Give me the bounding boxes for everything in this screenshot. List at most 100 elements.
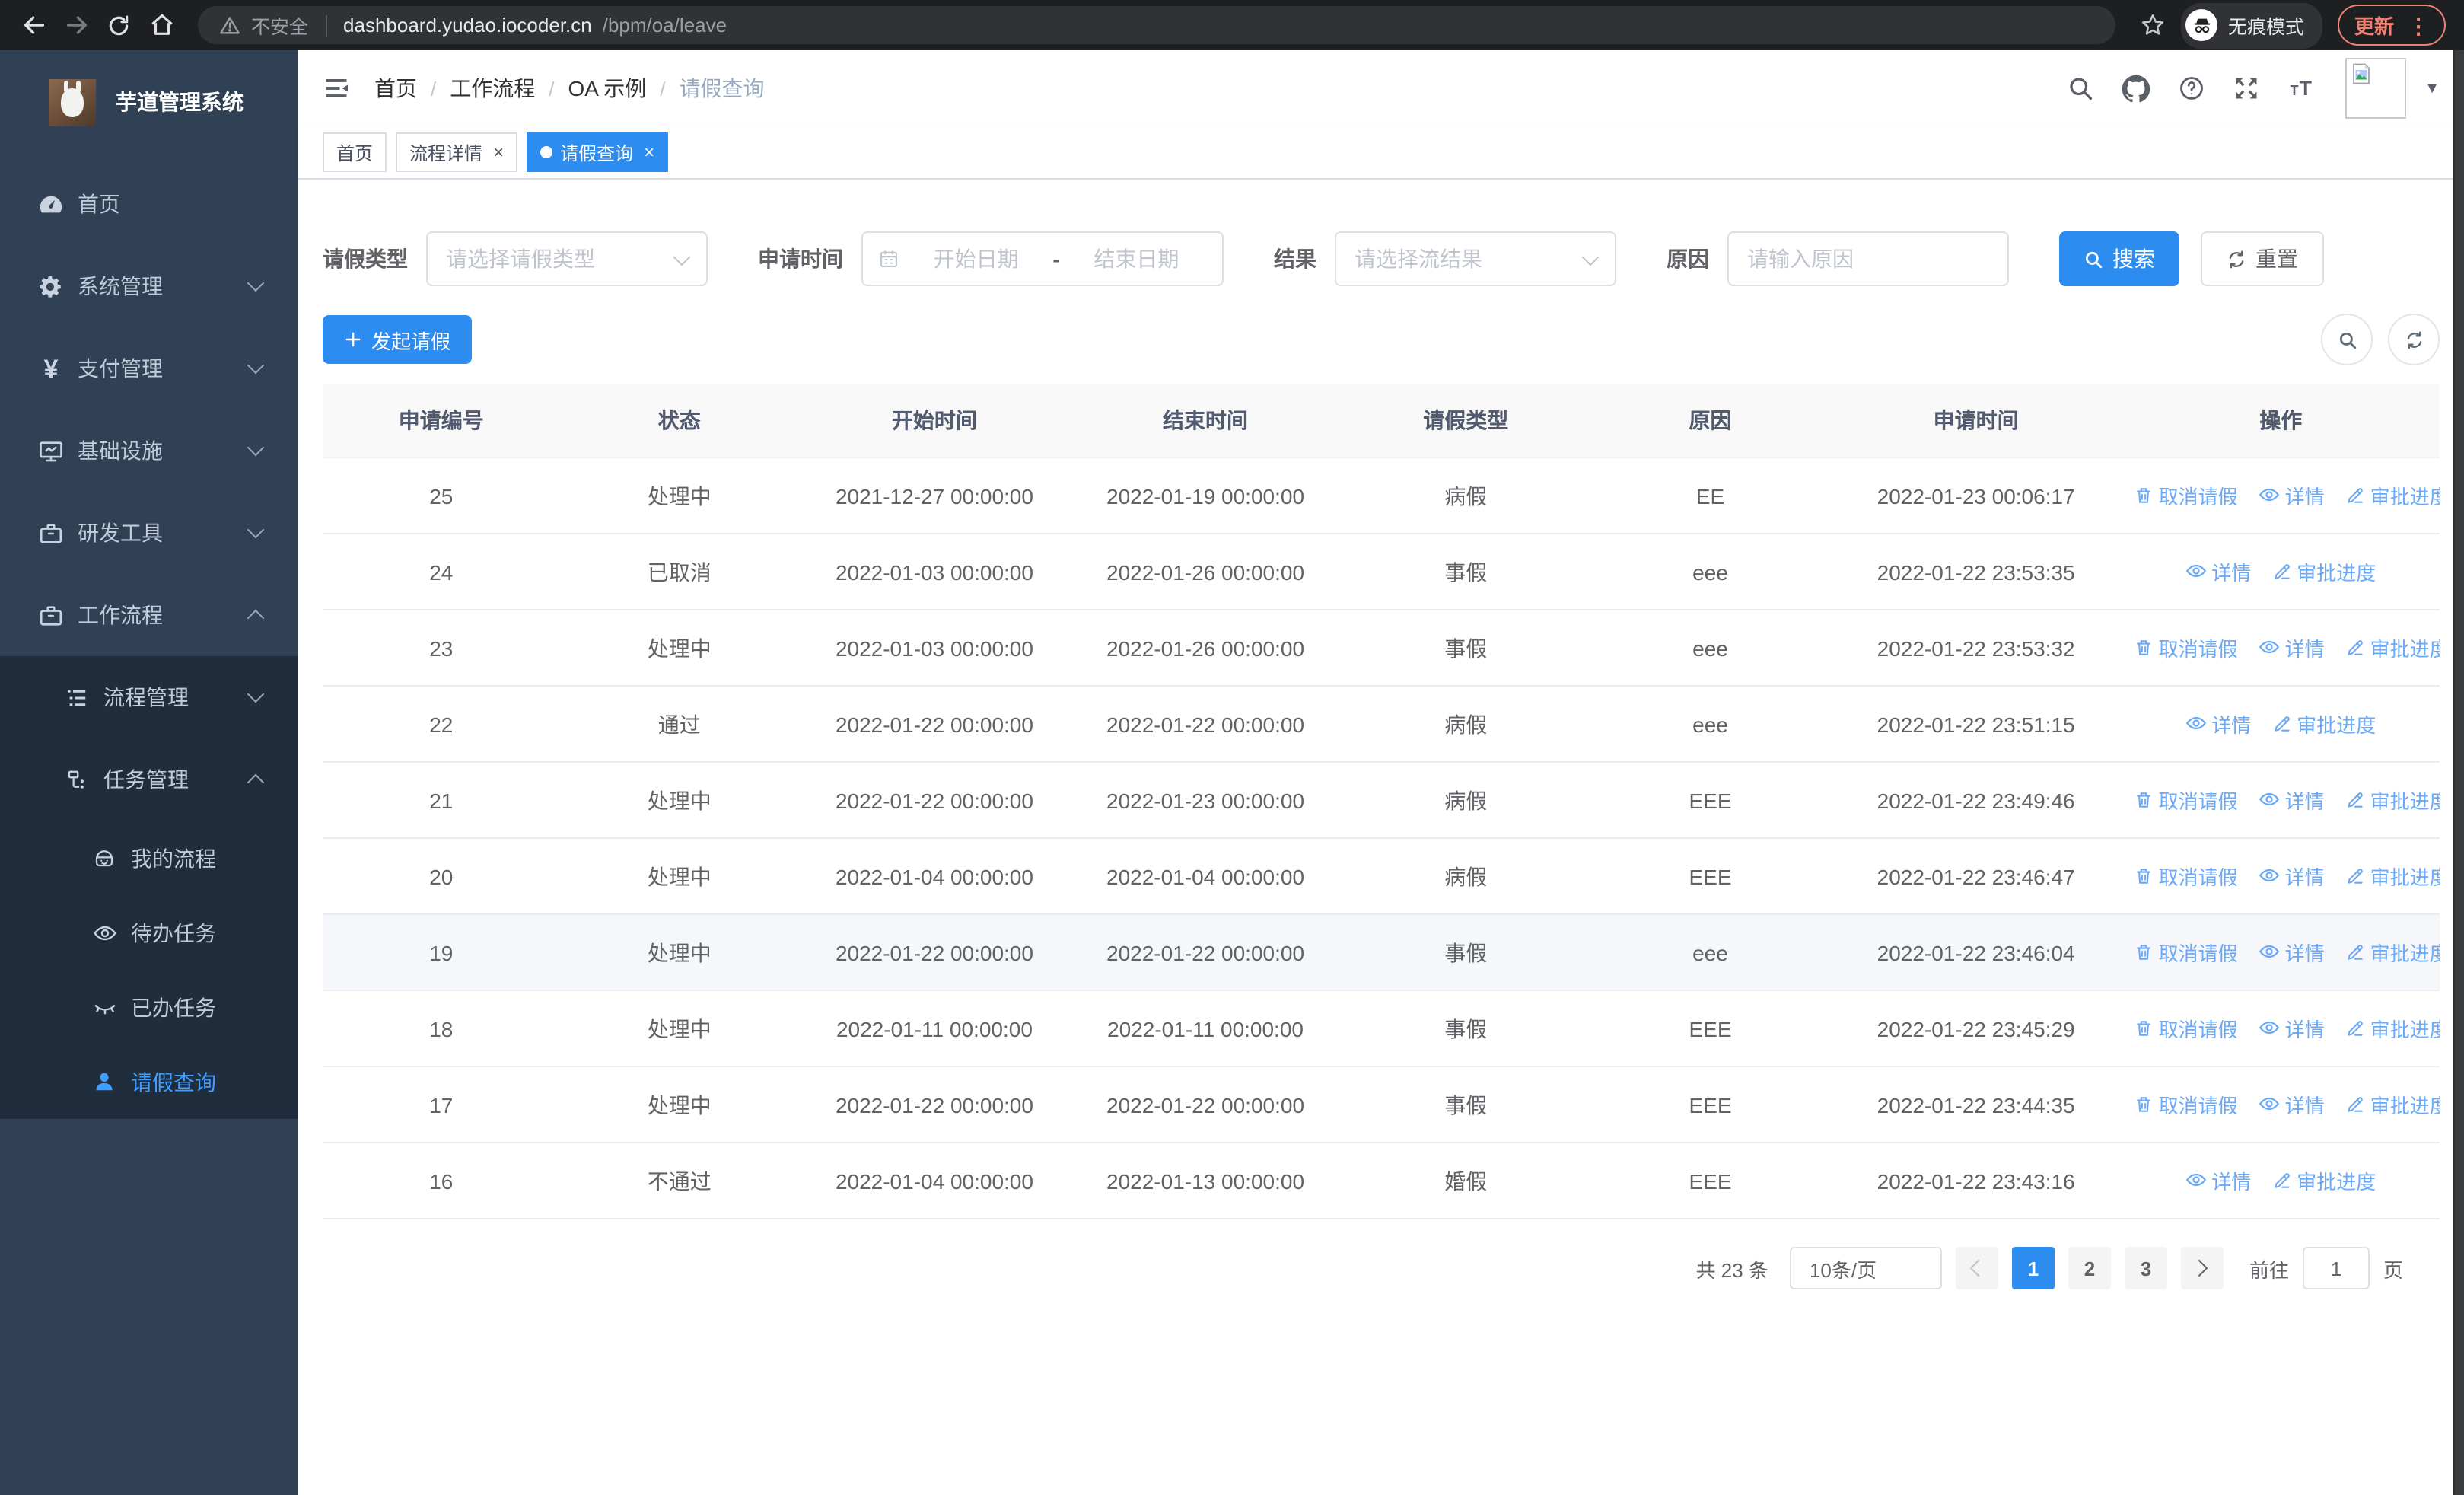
action-detail-link[interactable]: 详情 [2259, 481, 2325, 510]
tab-请假查询[interactable]: 请假查询 × [527, 132, 669, 172]
avatar[interactable] [2345, 58, 2407, 119]
breadcrumb-item[interactable]: 工作流程 [450, 73, 535, 104]
action-detail-link[interactable]: 详情 [2185, 557, 2251, 586]
action-detail-link[interactable]: 详情 [2259, 786, 2325, 814]
sidebar-item-系统管理[interactable]: 系统管理 [0, 245, 298, 327]
toggle-search-button[interactable] [2321, 314, 2373, 365]
sidebar-collapse-icon[interactable] [323, 75, 350, 102]
cell-end: 2022-01-26 00:00:00 [1070, 610, 1342, 687]
leave-type-select[interactable]: 请选择请假类型 [426, 231, 708, 286]
cell-type: 病假 [1341, 457, 1591, 534]
reason-input[interactable] [1727, 231, 2009, 286]
action-detail-link[interactable]: 详情 [2259, 1090, 2325, 1119]
action-label: 详情 [2284, 865, 2325, 889]
action-cancel-link[interactable]: 取消请假 [2135, 862, 2238, 891]
page-size-select[interactable]: 10条/页 [1789, 1247, 1942, 1289]
fullscreen-icon[interactable] [2233, 75, 2260, 102]
table-header-row: 申请编号 状态 开始时间 结束时间 请假类型 原因 申请时间 操作 [323, 384, 2440, 458]
prev-page-button[interactable] [1955, 1247, 1998, 1289]
action-progress-link[interactable]: 审批进度 [2346, 862, 2440, 891]
close-icon[interactable]: × [493, 143, 504, 161]
action-cancel-link[interactable]: 取消请假 [2135, 939, 2238, 967]
action-detail-link[interactable]: 详情 [2259, 938, 2325, 967]
trash-icon [2135, 867, 2154, 887]
browser-scrollbar[interactable] [2453, 50, 2464, 1495]
browser-forward-button[interactable] [58, 7, 94, 43]
action-cancel-link[interactable]: 取消请假 [2135, 1091, 2238, 1120]
result-select[interactable]: 请选择流结果 [1335, 231, 1616, 286]
action-cancel-link[interactable]: 取消请假 [2135, 634, 2238, 663]
cell-id: 24 [323, 534, 560, 610]
action-detail-link[interactable]: 详情 [2259, 862, 2325, 891]
sidebar-item-基础设施[interactable]: 基础设施 [0, 410, 298, 492]
yen-icon: ¥ [43, 354, 59, 383]
breadcrumb-item[interactable]: OA 示例 [568, 73, 647, 104]
cell-status: 处理中 [559, 990, 799, 1067]
action-cancel-link[interactable]: 取消请假 [2135, 482, 2238, 511]
cell-actions: 取消请假 详情 审批进度 [2122, 762, 2440, 839]
monitor-icon [38, 438, 64, 464]
screen: 不安全 dashboard.yudao.iocoder.cn/bpm/oa/le… [0, 0, 2464, 1495]
next-page-button[interactable] [2180, 1247, 2224, 1289]
sidebar-item-任务管理[interactable]: 任务管理 [0, 738, 298, 821]
action-cancel-link[interactable]: 取消请假 [2135, 786, 2238, 815]
action-detail-link[interactable]: 详情 [2185, 709, 2251, 738]
create-leave-button[interactable]: 发起请假 [323, 315, 473, 364]
action-detail-link[interactable]: 详情 [2259, 1014, 2325, 1043]
back-arrow-icon [21, 12, 46, 38]
action-label: 取消请假 [2158, 866, 2238, 890]
goto-page-input[interactable] [2302, 1247, 2370, 1289]
cell-end: 2022-01-19 00:00:00 [1070, 457, 1342, 534]
bookmark-star-icon[interactable] [2140, 12, 2166, 38]
sidebar-item-工作流程[interactable]: 工作流程 [0, 574, 298, 656]
browser-reload-button[interactable] [100, 7, 137, 43]
apply-time-range-picker[interactable]: 开始日期 - 结束日期 [861, 231, 1224, 286]
cell-status: 处理中 [559, 762, 799, 839]
browser-update-button[interactable]: 更新 ⋮ [2338, 5, 2446, 46]
page-button-1[interactable]: 1 [2011, 1247, 2055, 1289]
user-icon [91, 1070, 117, 1093]
tab-首页[interactable]: 首页 [323, 132, 387, 172]
action-label: 审批进度 [2370, 942, 2440, 966]
action-progress-link[interactable]: 审批进度 [2346, 634, 2440, 663]
avatar-caret-icon[interactable]: ▼ [2424, 80, 2440, 97]
search-icon[interactable] [2067, 75, 2094, 102]
sidebar-item-待办任务[interactable]: 待办任务 [0, 895, 298, 970]
cell-reason: EEE [1590, 1143, 1830, 1219]
font-size-icon[interactable]: TT [2287, 75, 2318, 102]
browser-back-button[interactable] [15, 7, 52, 43]
page-button-3[interactable]: 3 [2124, 1247, 2167, 1289]
action-progress-link[interactable]: 审批进度 [2346, 1015, 2440, 1044]
sidebar-item-研发工具[interactable]: 研发工具 [0, 492, 298, 574]
reset-button[interactable]: 重置 [2201, 231, 2324, 286]
sidebar-item-流程管理[interactable]: 流程管理 [0, 656, 298, 738]
sidebar-item-我的流程[interactable]: 我的流程 [0, 821, 298, 895]
search-button[interactable]: 搜索 [2059, 231, 2179, 286]
action-cancel-link[interactable]: 取消请假 [2135, 1015, 2238, 1044]
action-progress-link[interactable]: 审批进度 [2346, 786, 2440, 815]
sidebar-item-已办任务[interactable]: 已办任务 [0, 970, 298, 1044]
action-progress-link[interactable]: 审批进度 [2272, 1167, 2376, 1196]
action-progress-link[interactable]: 审批进度 [2346, 1091, 2440, 1120]
sidebar-item-支付管理[interactable]: ¥ 支付管理 [0, 327, 298, 410]
browser-home-button[interactable] [143, 7, 180, 43]
help-icon[interactable] [2178, 75, 2205, 102]
refresh-table-button[interactable] [2388, 314, 2440, 365]
action-progress-link[interactable]: 审批进度 [2272, 710, 2376, 739]
action-progress-link[interactable]: 审批进度 [2272, 558, 2376, 587]
page-button-2[interactable]: 2 [2068, 1247, 2111, 1289]
action-detail-link[interactable]: 详情 [2185, 1166, 2251, 1195]
tab-流程详情[interactable]: 流程详情 × [396, 132, 518, 172]
sidebar-item-请假查询[interactable]: 请假查询 [0, 1044, 298, 1119]
action-progress-link[interactable]: 审批进度 [2346, 482, 2440, 511]
breadcrumb-item[interactable]: 首页 [374, 73, 417, 104]
action-detail-link[interactable]: 详情 [2259, 633, 2325, 662]
sidebar-item-首页[interactable]: 首页 [0, 163, 298, 245]
close-icon[interactable]: × [644, 143, 654, 161]
address-bar[interactable]: 不安全 dashboard.yudao.iocoder.cn/bpm/oa/le… [198, 6, 2115, 44]
browser-menu-icon[interactable]: ⋮ [2408, 14, 2429, 36]
app-logo[interactable]: 芋道管理系统 [0, 56, 298, 148]
github-icon[interactable] [2122, 74, 2150, 103]
goto-label: 前往 [2249, 1258, 2289, 1281]
action-progress-link[interactable]: 审批进度 [2346, 939, 2440, 967]
